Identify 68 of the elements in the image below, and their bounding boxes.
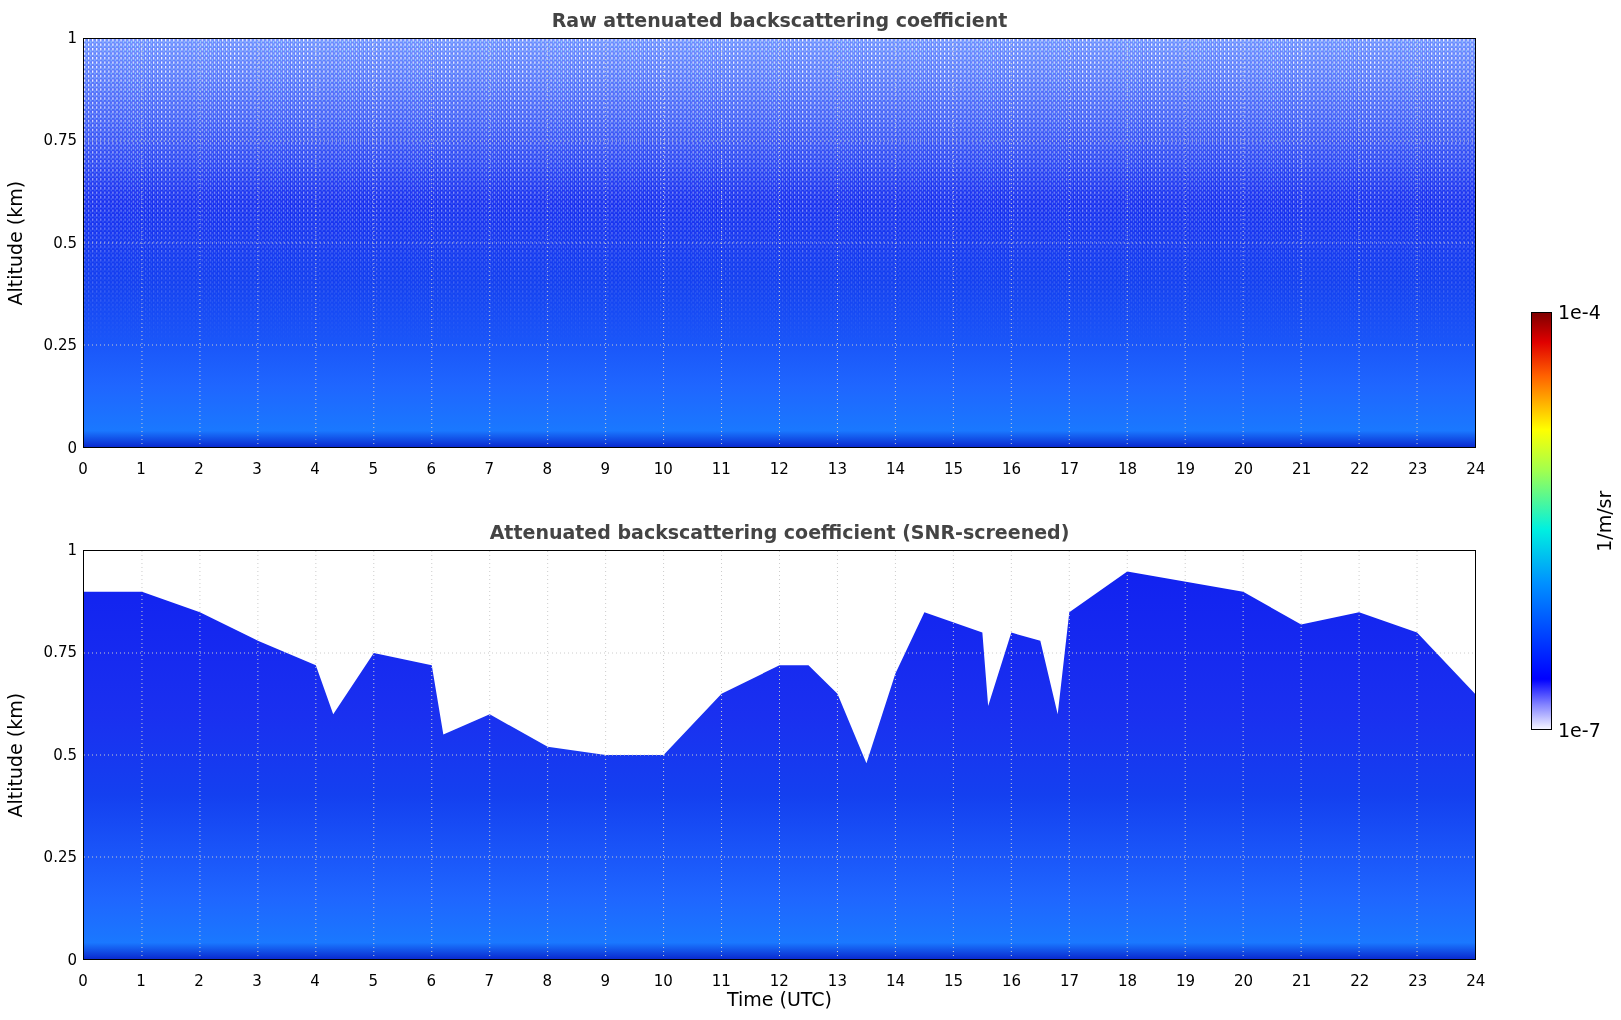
colorbar-label: 1e-4 [1558,299,1601,325]
axis-label: Altitude (km) [2,692,27,818]
tick-label: 8 [542,974,553,990]
tick-label: 21 [1292,974,1312,990]
tick-label: 20 [1234,974,1254,990]
tick-label: 9 [600,974,611,990]
tick-label: 0.25 [43,847,77,869]
tick-label: 18 [1118,974,1138,990]
tick-label: 0 [67,949,77,971]
tick-label: 7 [484,974,494,990]
tick-label: 13 [827,462,847,478]
tick-label: 18 [1118,462,1138,478]
tick-label: 14 [885,462,905,478]
tick-label: 22 [1350,974,1370,990]
tick-label: 15 [943,462,963,478]
tick-label: 0 [78,974,88,990]
tick-label: 23 [1408,462,1428,478]
tick-label: 4 [310,462,320,478]
colorbar-unit: 1/m/sr [1592,490,1617,552]
tick-label: 11 [711,462,731,478]
axis-label: Altitude (km) [2,180,27,306]
tick-label: 15 [943,974,963,990]
tick-label: 5 [368,462,378,478]
tick-label: 1 [67,539,77,561]
tick-label: 3 [252,462,262,478]
tick-label: 13 [827,974,847,990]
tick-label: 11 [711,974,731,990]
tick-label: 0.75 [43,642,77,664]
chart-title: Raw attenuated backscattering coefficient [551,8,1008,33]
tick-label: 1 [136,974,146,990]
tick-label: 2 [194,974,204,990]
tick-label: 12 [769,462,789,478]
tick-label: 24 [1466,462,1486,478]
tick-label: 21 [1292,462,1312,478]
tick-label: 24 [1466,974,1486,990]
colorbar-label: 1e-7 [1558,717,1601,743]
tick-label: 4 [310,974,320,990]
tick-label: 6 [426,974,436,990]
tick-label: 10 [653,462,673,478]
tick-label: 16 [1001,462,1022,478]
tick-label: 23 [1408,974,1428,990]
tick-label: 10 [653,974,673,990]
tick-label: 12 [769,974,789,990]
tick-label: 0.25 [43,335,77,357]
chart-title: Attenuated backscattering coefficient (SNR-screened) [489,520,1070,545]
tick-label: 6 [426,462,436,478]
tick-label: 19 [1176,974,1196,990]
tick-label: 0.5 [53,744,77,766]
tick-label: 3 [252,974,262,990]
tick-label: 14 [885,974,905,990]
tick-label: 20 [1234,462,1254,478]
tick-label: 9 [600,462,611,478]
tick-label: 0.5 [53,232,77,254]
tick-label: 19 [1176,462,1196,478]
tick-label: 8 [542,462,553,478]
axis-label: Time (UTC) [727,990,832,1009]
tick-label: 16 [1001,974,1022,990]
tick-label: 22 [1350,462,1370,478]
tick-label: 1 [67,27,77,49]
tick-label: 0.75 [43,130,77,152]
tick-label: 0 [67,437,77,459]
tick-label: 2 [194,462,204,478]
tick-label: 17 [1060,462,1080,478]
tick-label: 5 [368,974,378,990]
tick-label: 17 [1060,974,1080,990]
tick-label: 0 [78,462,88,478]
tick-label: 7 [484,462,494,478]
tick-label: 1 [136,462,146,478]
